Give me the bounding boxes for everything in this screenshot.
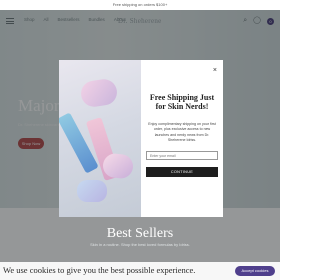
bestsellers-title: Best Sellers bbox=[106, 226, 174, 241]
modal-title: Free Shipping Just for Skin Nerds! bbox=[149, 93, 215, 111]
close-icon[interactable]: × bbox=[213, 67, 217, 74]
accept-cookies-button[interactable]: Accept cookies bbox=[235, 266, 275, 276]
modal-content: × Free Shipping Just for Skin Nerds! Enj… bbox=[141, 60, 223, 217]
bestsellers-subtitle: Skin in a routine. Shop the best loved f… bbox=[90, 242, 190, 247]
email-field[interactable] bbox=[146, 151, 218, 160]
product-jar-pink bbox=[79, 77, 119, 109]
continue-button[interactable]: CONTINUE bbox=[146, 167, 218, 177]
cookie-message: We use cookies to give you the best poss… bbox=[3, 265, 196, 275]
email-signup-modal: × Free Shipping Just for Skin Nerds! Enj… bbox=[59, 60, 223, 217]
promo-bar: Free shipping on orders $100+ bbox=[0, 0, 280, 10]
promo-text: Free shipping on orders $100+ bbox=[112, 2, 168, 7]
product-image bbox=[59, 60, 141, 217]
product-jar-blue bbox=[77, 180, 107, 202]
cookie-banner: We use cookies to give you the best poss… bbox=[0, 262, 280, 280]
modal-description: Enjoy complimentary shipping on your fir… bbox=[148, 122, 216, 143]
